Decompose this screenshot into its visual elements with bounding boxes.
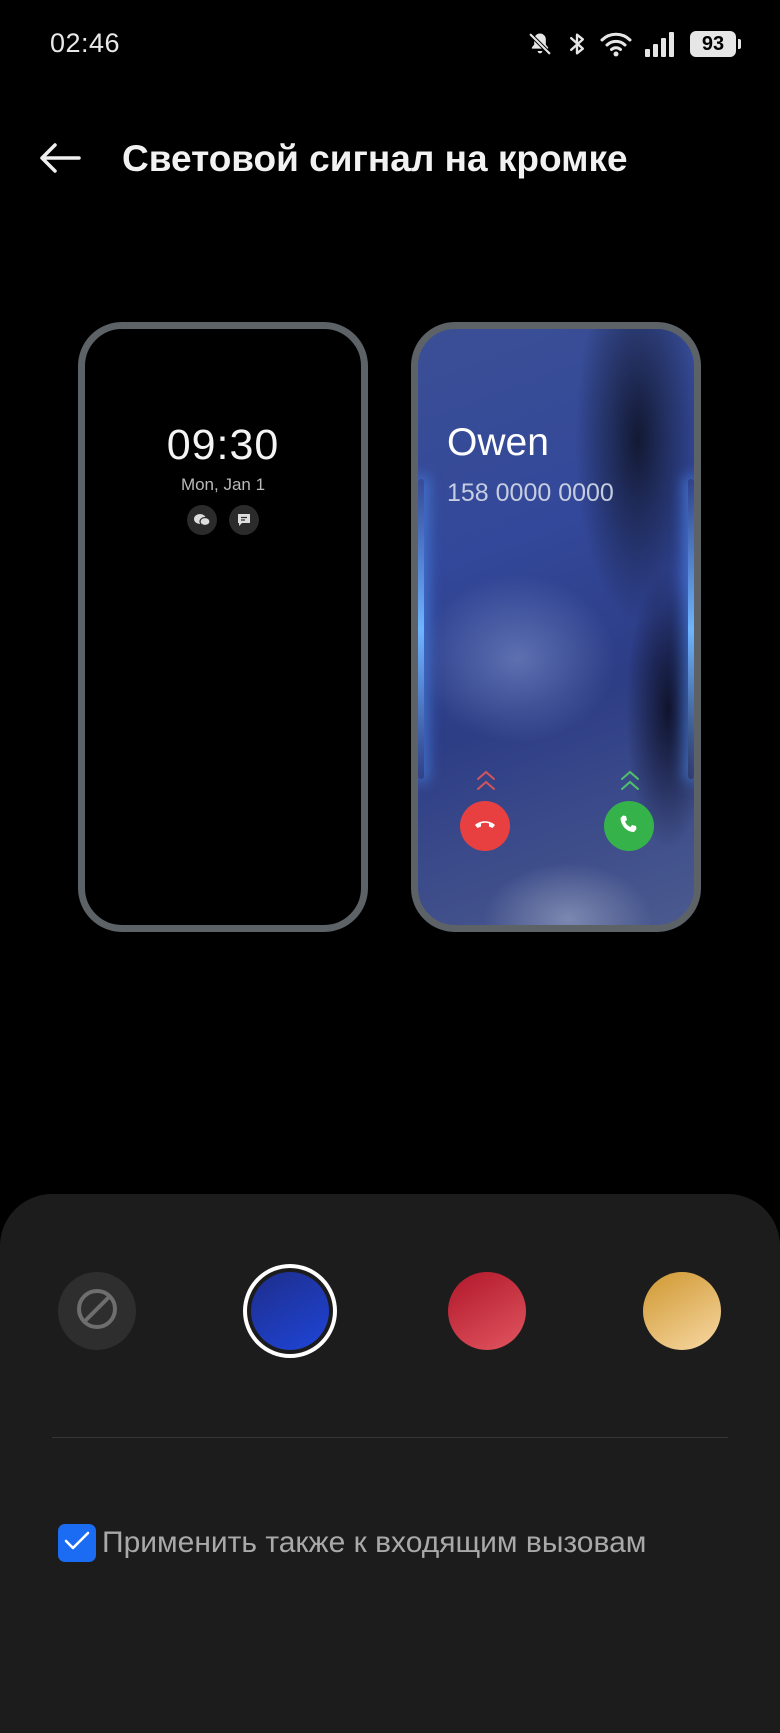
arrow-left-icon [39,142,81,179]
color-swatch-blue [251,1272,329,1350]
apply-to-calls-label: Применить также к входящим вызовам [102,1526,647,1559]
checkmark-icon [64,1531,90,1556]
bluetooth-icon [566,30,588,58]
message-icon [229,505,259,535]
color-option-gold[interactable] [643,1272,721,1350]
color-option-none[interactable] [58,1272,136,1350]
phone-hangup-icon [473,817,497,836]
wechat-icon [187,505,217,535]
prohibited-icon [75,1287,119,1336]
aod-date: Mon, Jan 1 [180,475,266,494]
caller-number: 158 0000 0000 [447,479,614,507]
bell-off-icon [526,30,554,58]
back-button[interactable] [30,138,90,182]
cellular-signal-icon [644,31,678,57]
battery-level: 93 [701,32,725,55]
status-icons: 93 [526,26,741,62]
aod-notification-icons [85,505,361,535]
edge-light-left [418,479,424,779]
accept-call-button [604,801,654,851]
aod-preview: 09:30 Mon, Jan 1 [78,322,368,932]
color-option-red[interactable] [448,1272,526,1350]
aod-time: 09:30 [166,421,280,469]
header: Световой сигнал на кромке [0,120,780,200]
chevron-up-icon [618,767,642,798]
phone-icon [619,814,639,839]
incoming-call-preview: Owen 158 0000 0000 [411,322,701,932]
decline-call-button [460,801,510,851]
caller-name: Owen [447,421,549,464]
color-option-blue[interactable] [243,1264,337,1358]
apply-to-calls-checkbox[interactable] [58,1524,96,1562]
edge-light-right [688,479,694,779]
status-time: 02:46 [50,28,121,58]
apply-to-calls-option[interactable]: Применить также к входящим вызовам [58,1524,646,1562]
page-title: Световой сигнал на кромке [122,138,628,179]
wifi-icon [600,31,632,57]
battery-icon: 93 [690,31,741,57]
chevron-up-icon [474,767,498,798]
color-picker-sheet: Применить также к входящим вызовам [0,1194,780,1733]
status-bar: 02:46 93 [0,0,780,90]
divider [52,1437,728,1438]
